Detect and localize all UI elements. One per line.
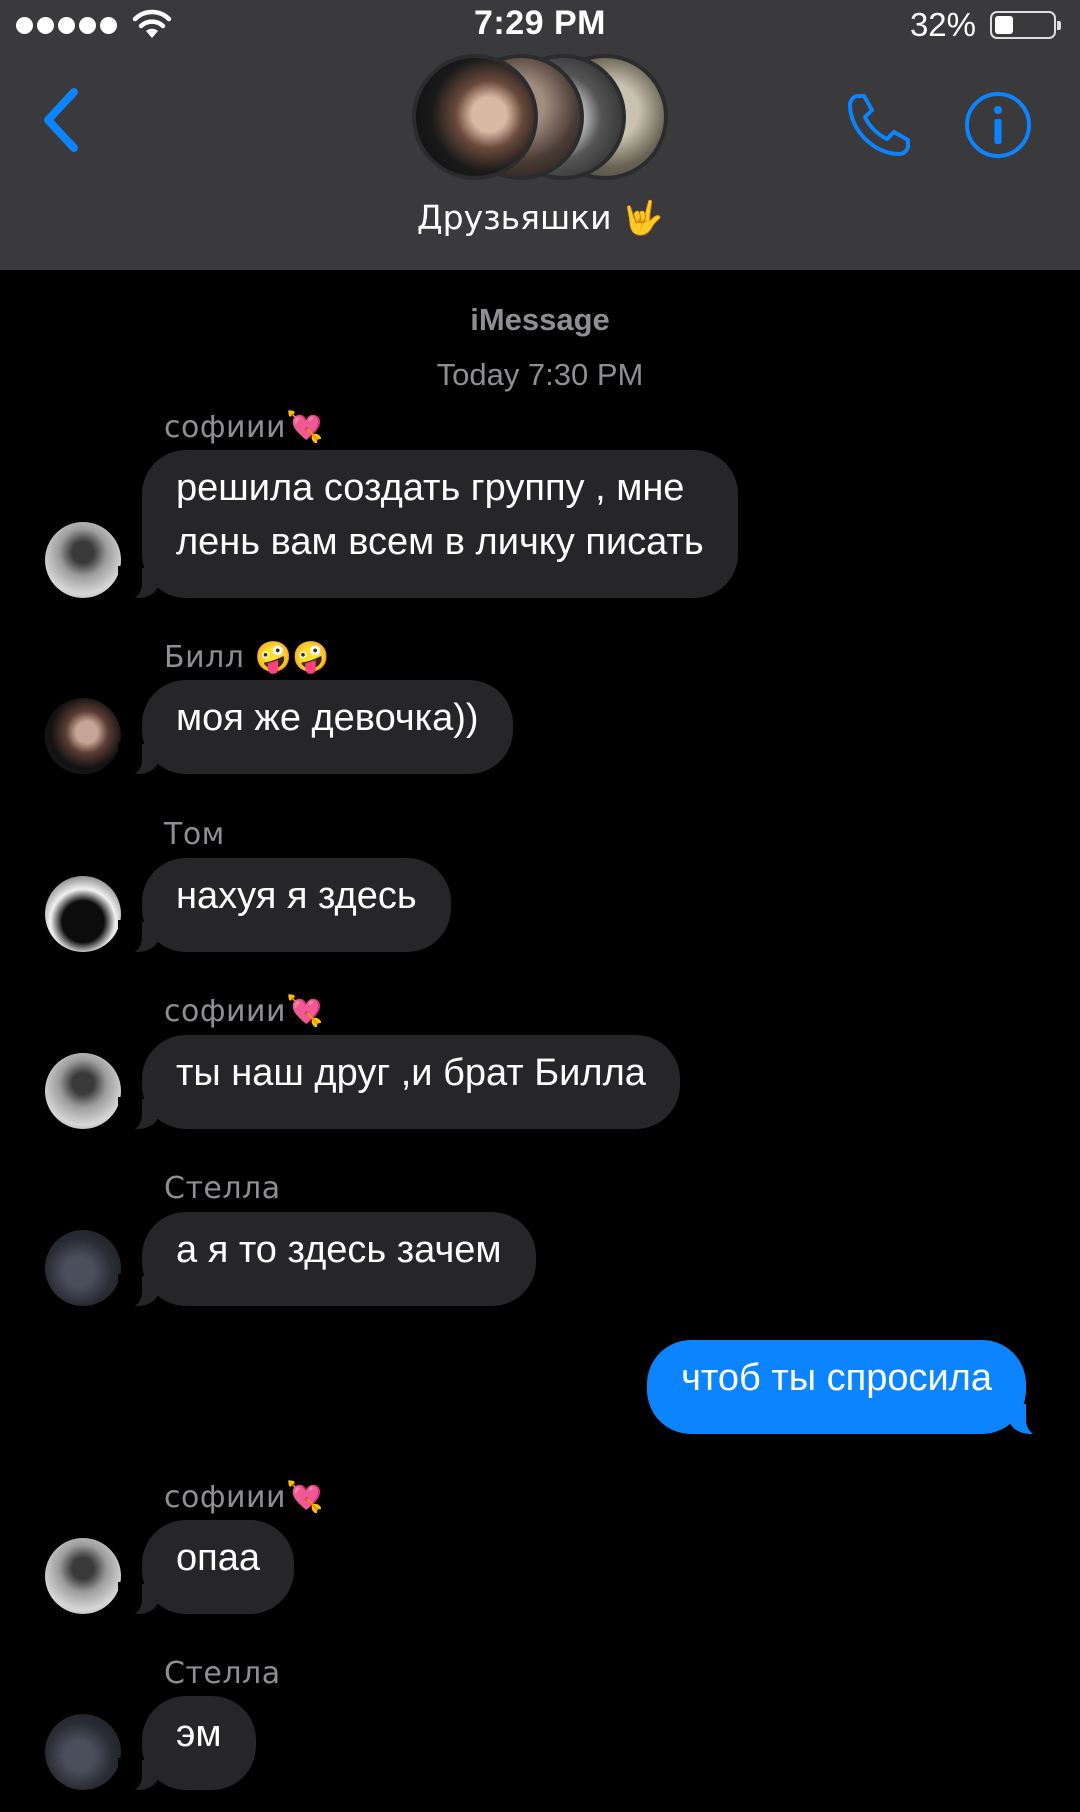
sender-avatar[interactable] (45, 1230, 121, 1306)
member-avatar (412, 54, 538, 180)
sender-name: софиии💘 (164, 410, 324, 445)
group-avatar-stack[interactable] (408, 54, 676, 180)
sender-name: Билл 🤪🤪 (164, 640, 331, 675)
chevron-left-icon (44, 88, 78, 152)
status-bar: 7:29 PM 32% (0, 0, 1080, 52)
service-label: iMessage (470, 302, 610, 337)
incoming-message-bubble[interactable]: а я то здесь зачем (118, 1212, 536, 1308)
outgoing-message-bubble[interactable]: чтоб ты спросила (647, 1340, 1050, 1436)
sender-avatar[interactable] (45, 522, 121, 598)
battery-level (995, 16, 1013, 34)
sender-name: Стелла (164, 1656, 281, 1691)
incoming-message-bubble[interactable]: моя же девочка)) (118, 680, 513, 776)
conversation-header: 7:29 PM 32% Друзьяшки 🤟 (0, 0, 1080, 270)
sender-name: Том (164, 817, 225, 852)
battery-percentage: 32% (909, 6, 976, 43)
incoming-message-bubble[interactable]: решила создать группу , мне лень вам все… (118, 450, 738, 600)
incoming-message-bubble[interactable]: эм (118, 1696, 256, 1792)
sender-avatar[interactable] (45, 876, 121, 952)
battery-icon (990, 11, 1061, 39)
call-button[interactable] (844, 90, 914, 160)
phone-icon (848, 94, 910, 156)
info-button[interactable] (963, 90, 1033, 160)
sender-avatar[interactable] (45, 1714, 121, 1790)
group-name[interactable]: Друзьяшки 🤟 (0, 198, 1080, 238)
conversation-timestamp: Today 7:30 PM (436, 357, 644, 392)
sender-name: софиии💘 (164, 994, 324, 1029)
sender-name: софиии💘 (164, 1480, 324, 1515)
sender-avatar[interactable] (45, 1053, 121, 1129)
incoming-message-bubble[interactable]: ты наш друг ,и брат Билла (118, 1035, 680, 1131)
sender-avatar[interactable] (45, 1538, 121, 1614)
incoming-message-bubble[interactable]: опаа (118, 1520, 294, 1616)
sender-avatar[interactable] (45, 698, 121, 774)
back-button[interactable] (34, 80, 94, 160)
info-circle-icon (965, 92, 1031, 158)
incoming-message-bubble[interactable]: нахуя я здесь (118, 858, 451, 954)
sender-name: Стелла (164, 1171, 281, 1206)
